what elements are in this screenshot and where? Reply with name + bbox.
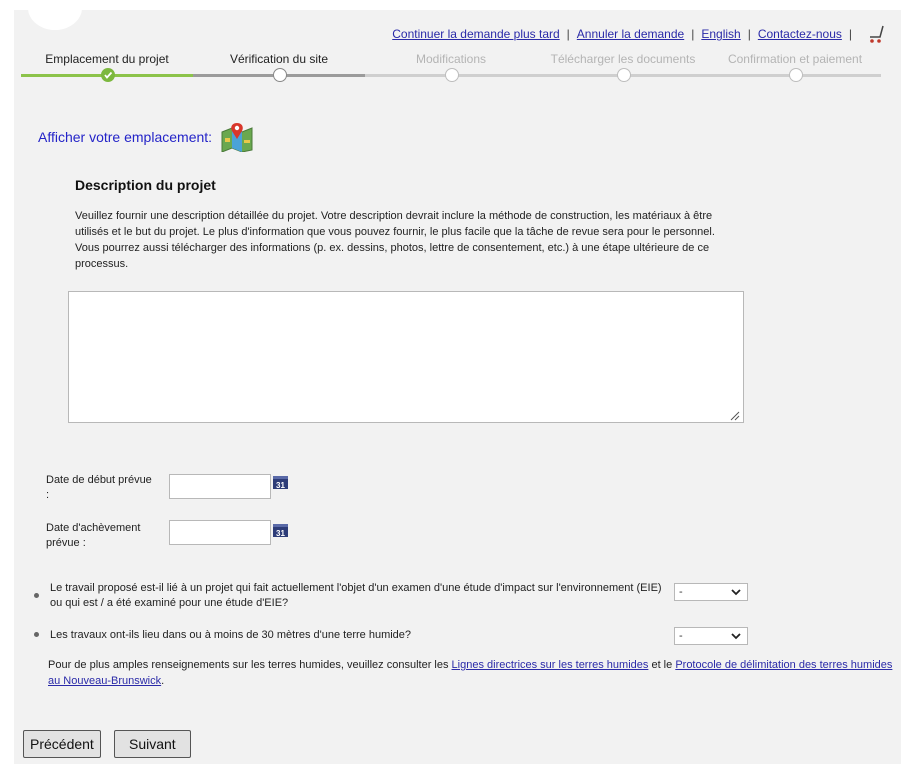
contact-link[interactable]: Contactez-nous [758,27,842,41]
step-dot-icon [617,68,631,82]
cancel-request-link[interactable]: Annuler la demande [577,27,684,41]
corner-decoration [28,0,82,30]
calendar-icon[interactable]: 31 [273,476,288,490]
wetland-question: Les travaux ont-ils lieu dans ou à moins… [34,628,674,643]
english-link[interactable]: English [701,27,740,41]
step-dot-icon [789,68,803,82]
bullet-icon [34,632,39,637]
header-links: Continuer la demande plus tard | Annuler… [392,24,885,44]
step-label: Télécharger les documents [550,52,696,66]
info-prefix: Pour de plus amples renseignements sur l… [48,659,449,671]
start-date-label: Date de début prévue : [46,474,152,501]
separator: | [747,27,751,41]
bullet-icon [34,593,39,598]
step-label: Emplacement du projet [45,52,169,66]
wetland-select[interactable]: - [674,627,748,645]
wetland-question-text: Les travaux ont-ils lieu dans ou à moins… [50,629,412,641]
step-site-verification[interactable]: Vérification du site [193,52,365,82]
description-instructions: Veuillez fournir une description détaill… [75,210,715,270]
step-label: Confirmation et paiement [727,52,863,66]
separator: | [848,27,852,41]
separator: | [566,27,570,41]
step-dot-icon [445,68,459,82]
chevron-down-icon [731,589,741,596]
end-date-input[interactable] [169,520,271,545]
map-location-icon[interactable] [220,122,254,153]
eie-select[interactable]: - [674,583,748,601]
wetland-info: Pour de plus amples renseignements sur l… [48,657,898,689]
end-date-label: Date d'achèvement prévue : [46,522,141,549]
save-later-link[interactable]: Continuer la demande plus tard [392,27,559,41]
shopping-cart-icon[interactable] [867,24,885,44]
progress-steps: Emplacement du projet Vérification du si… [21,52,881,86]
page-panel: Continuer la demande plus tard | Annuler… [14,0,901,764]
next-button[interactable]: Suivant [114,730,191,758]
step-dot-icon [273,68,287,82]
calendar-icon[interactable]: 31 [273,524,288,538]
previous-button[interactable]: Précédent [23,730,101,758]
separator: | [691,27,695,41]
wetland-guidelines-link[interactable]: Lignes directrices sur les terres humide… [452,659,649,671]
step-confirmation-payment: Confirmation et paiement [709,52,881,82]
resize-handle-icon[interactable] [728,408,740,421]
start-date-input[interactable] [169,474,271,499]
show-location-label: Afficher votre emplacement: [38,129,213,145]
step-label: Modifications [415,52,487,66]
eie-select-value: - [679,586,683,598]
show-location-link[interactable]: Afficher votre emplacement: [38,122,254,153]
description-title: Description du projet [75,177,216,193]
check-icon [101,68,115,82]
step-modifications: Modifications [365,52,537,82]
step-upload-documents: Télécharger les documents [537,52,709,82]
wetland-select-value: - [679,630,683,642]
info-suffix: . [161,675,165,687]
step-label: Vérification du site [229,52,329,66]
step-project-location[interactable]: Emplacement du projet [21,52,193,82]
chevron-down-icon [731,633,741,640]
eie-question: Le travail proposé est-il lié à un proje… [34,581,674,611]
project-description-textarea[interactable] [68,291,744,423]
eie-question-text: Le travail proposé est-il lié à un proje… [50,582,662,609]
info-middle: et le [651,659,673,671]
